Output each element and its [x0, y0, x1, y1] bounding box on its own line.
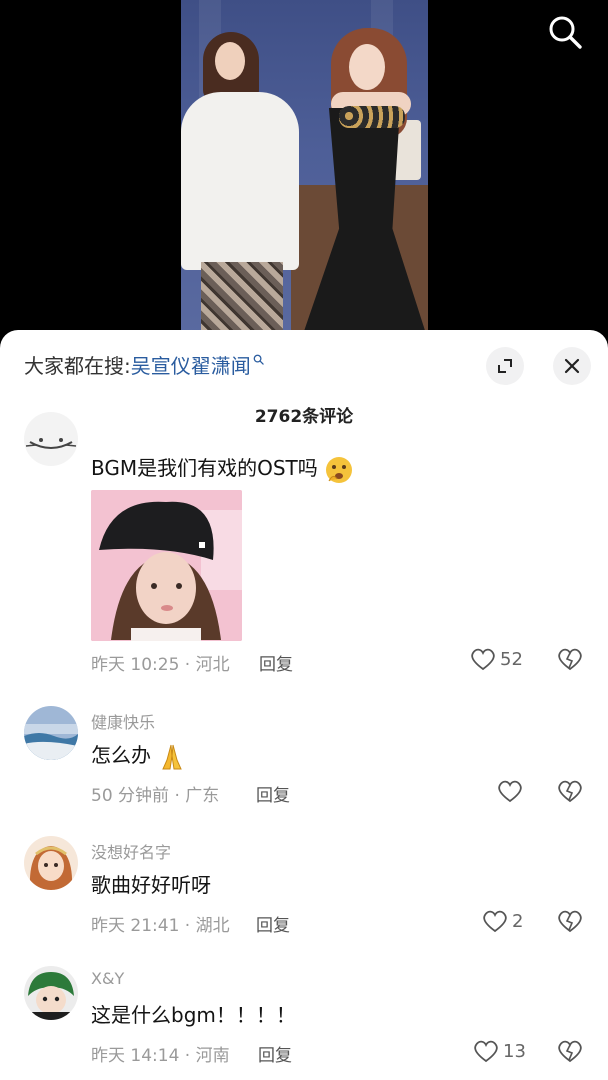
comment-sheet: 大家都在搜: 吴宣仪翟潇闻 2762条评论 BGM是我们有戏的OST吗 昨天 1… [0, 330, 608, 1080]
like-count: 13 [503, 1040, 526, 1062]
comment-count-title: 2762条评论 [254, 407, 354, 427]
like-button[interactable]: 52 [470, 647, 523, 671]
like-button[interactable]: 2 [482, 909, 523, 933]
like-button[interactable] [497, 779, 523, 803]
reply-button[interactable]: 回复 [259, 650, 293, 675]
heart-icon [471, 648, 495, 671]
avatar[interactable] [24, 706, 78, 760]
comment-photo [91, 490, 242, 641]
avatar-cat-icon [25, 438, 77, 449]
comment-meta: 昨天 14:14 · 河南 [91, 1046, 230, 1066]
comment-text-content: 怎么办 [91, 743, 151, 767]
person-left-sweater [181, 92, 299, 270]
reply-button[interactable]: 回复 [256, 781, 290, 806]
comment-text: 歌曲好好听呀 [91, 873, 211, 897]
broken-heart-icon[interactable] [557, 1039, 583, 1063]
search-icon[interactable] [547, 14, 583, 50]
search-mini-icon [253, 354, 264, 365]
comment-text-content: BGM是我们有戏的OST吗 [91, 456, 318, 480]
comment-text: 这是什么bgm！！！！ [91, 1003, 296, 1027]
comment-meta: 昨天 10:25 · 河北 [91, 655, 230, 675]
close-button[interactable] [553, 347, 591, 385]
avatar-anime-girl [24, 836, 78, 890]
comment-text: 怎么办 [91, 739, 187, 772]
person-left-face [215, 42, 245, 80]
avatar-landscape [24, 706, 78, 760]
thinking-face-emoji-icon [326, 456, 353, 483]
trending-search-prefix: 大家都在搜: [24, 354, 131, 378]
heart-icon [483, 910, 507, 933]
folded-hands-emoji-icon [162, 744, 183, 769]
avatar-cartoon [24, 966, 78, 1020]
comment-item: 健康快乐 怎么办 50 分钟前 · 广东 回复 [0, 703, 608, 813]
close-icon [564, 358, 580, 374]
person-right-face [349, 44, 385, 90]
broken-heart-icon[interactable] [557, 909, 583, 933]
trending-search-link[interactable]: 吴宣仪翟潇闻 [131, 352, 251, 380]
broken-heart-icon[interactable] [557, 647, 583, 671]
comment-text: BGM是我们有戏的OST吗 [91, 452, 354, 485]
heart-icon [474, 1040, 498, 1063]
comment-meta: 50 分钟前 · 广东 [91, 786, 220, 806]
comment-meta: 昨天 21:41 · 湖北 [91, 916, 230, 936]
heart-icon [498, 780, 522, 803]
reply-button[interactable]: 回复 [258, 1041, 292, 1066]
comment-item: 没想好名字 歌曲好好听呀 昨天 21:41 · 湖北 回复 2 [0, 833, 608, 943]
person-left-skirt [201, 262, 283, 340]
video-frame[interactable] [181, 0, 428, 340]
avatar[interactable] [24, 836, 78, 890]
avatar[interactable] [24, 412, 78, 466]
username[interactable]: 健康快乐 [91, 709, 155, 733]
comment-image[interactable] [91, 490, 242, 641]
person-right-flower-trim [339, 106, 405, 128]
like-count: 2 [512, 910, 524, 932]
comment-item: X&Y 这是什么bgm！！！！ 昨天 14:14 · 河南 回复 13 [0, 963, 608, 1080]
like-button[interactable]: 13 [473, 1039, 526, 1063]
username[interactable]: X&Y [91, 969, 124, 988]
like-count: 52 [500, 648, 523, 670]
broken-heart-icon[interactable] [557, 779, 583, 803]
expand-icon [498, 359, 512, 373]
trending-search-row[interactable]: 大家都在搜: 吴宣仪翟潇闻 [24, 352, 264, 380]
video-player[interactable] [0, 0, 608, 345]
username[interactable]: 没想好名字 [91, 839, 171, 863]
avatar[interactable] [24, 966, 78, 1020]
expand-button[interactable] [486, 347, 524, 385]
reply-button[interactable]: 回复 [256, 911, 290, 936]
comment-item: BGM是我们有戏的OST吗 昨天 10:25 · 河北 回复 52 [0, 412, 608, 678]
